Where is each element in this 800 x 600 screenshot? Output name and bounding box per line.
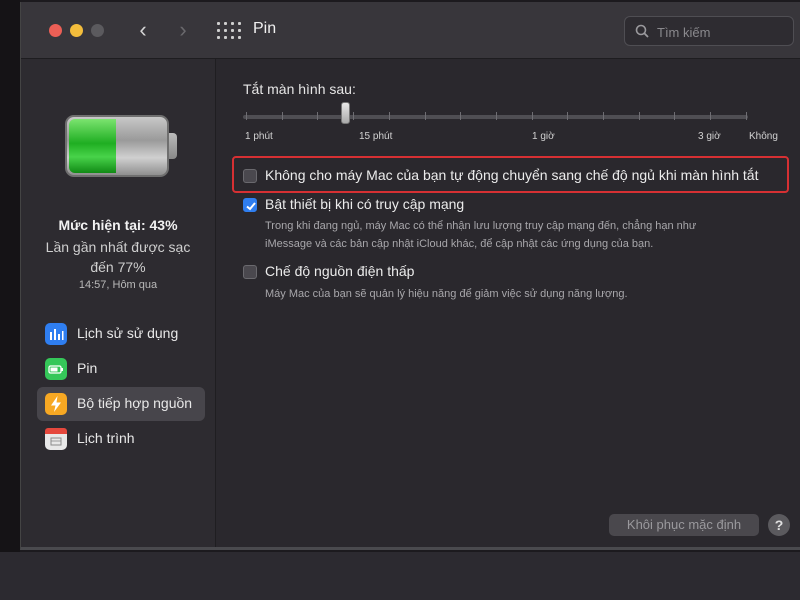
- titlebar: ‹ › Pin: [21, 2, 800, 59]
- battery-large-icon: [65, 115, 177, 177]
- slider-tick: [745, 112, 747, 120]
- search-field[interactable]: [624, 16, 794, 46]
- slider-tick-label: Không: [749, 131, 778, 142]
- last-charged-time: 14:57, Hôm qua: [78, 279, 158, 291]
- slider-tick: [353, 112, 355, 120]
- checkmark-icon: [246, 202, 256, 211]
- display-sleep-title: Tắt màn hình sau:: [243, 81, 356, 97]
- background-bottom: [0, 552, 800, 600]
- sidebar-item-usage-history[interactable]: Lịch sử sử dụng: [37, 317, 205, 351]
- sidebar-nav: Lịch sử sử dụng Pin Bộ tiếp hợp nguồn Lị…: [37, 317, 205, 457]
- slider-tick: [281, 112, 283, 120]
- calendar-icon: [45, 428, 67, 450]
- slider-tick-label: 1 giờ: [532, 131, 555, 142]
- wake-network-checkbox[interactable]: [243, 198, 257, 212]
- zoom-window-button[interactable]: [91, 24, 104, 37]
- slider-tick: [460, 112, 462, 120]
- back-arrow-icon[interactable]: ‹: [133, 18, 153, 42]
- low-power-desc: Máy Mac của bạn sẽ quản lý hiệu năng để …: [265, 288, 628, 300]
- slider-tick-label: 1 phút: [245, 131, 273, 142]
- window-title: Pin: [253, 20, 277, 37]
- lightning-icon: [45, 393, 67, 415]
- sidebar-item-label: Lịch trình: [77, 430, 135, 446]
- sidebar-item-label: Lịch sử sử dụng: [77, 325, 179, 341]
- low-power-checkbox[interactable]: [243, 265, 257, 279]
- last-charged-line2: đến 77%: [90, 259, 146, 275]
- show-all-grid-icon[interactable]: [217, 22, 241, 40]
- slider-tick-label: 15 phút: [359, 131, 393, 142]
- low-power-label: Chế độ nguồn điện thấp: [265, 263, 415, 279]
- battery-level-text: Mức hiện tại: 43%: [58, 217, 178, 233]
- forward-arrow-icon[interactable]: ›: [173, 18, 193, 42]
- background-left: [0, 0, 20, 552]
- slider-tick: [603, 112, 604, 120]
- sidebar: Mức hiện tại: 43% Lần gần nhất được sạc …: [21, 59, 216, 547]
- slider-tick: [424, 112, 426, 120]
- slider-tick: [638, 112, 640, 120]
- last-charged-line1: Lần gần nhất được sạc: [45, 239, 191, 255]
- content-pane: Tắt màn hình sau: 1 phút 15 phút 1 giờ 3…: [216, 59, 800, 547]
- last-charged-text: Lần gần nhất được sạc đến 77%: [21, 237, 215, 277]
- wake-network-desc-line2: iMessage và các bản cập nhật iCloud khác…: [265, 238, 654, 250]
- restore-defaults-button[interactable]: Khôi phục mặc định: [609, 514, 759, 536]
- battery-level-fill: [69, 119, 116, 173]
- preferences-window: ‹ › Pin Mức hiện tại: 43% Lần gần nhất đ…: [20, 2, 800, 550]
- sidebar-item-power-adapter[interactable]: Bộ tiếp hợp nguồn: [37, 387, 205, 421]
- slider-tick: [388, 112, 390, 120]
- minimize-window-button[interactable]: [70, 24, 83, 37]
- slider-tick: [246, 112, 247, 120]
- sidebar-item-schedule[interactable]: Lịch trình: [37, 422, 205, 456]
- sidebar-item-battery[interactable]: Pin: [37, 352, 205, 386]
- bar-chart-icon: [45, 323, 67, 345]
- help-button[interactable]: ?: [768, 514, 790, 536]
- prevent-sleep-label: Không cho máy Mac của bạn tự động chuyển…: [265, 167, 759, 183]
- slider-tick: [531, 112, 533, 120]
- wake-network-desc-line1: Trong khi đang ngủ, máy Mac có thể nhận …: [265, 220, 697, 232]
- close-window-button[interactable]: [49, 24, 62, 37]
- wake-network-label: Bật thiết bị khi có truy cập mạng: [265, 196, 465, 212]
- search-icon: [635, 24, 649, 38]
- sidebar-item-label: Pin: [77, 360, 98, 376]
- slider-tick-label: 3 giờ: [698, 131, 721, 142]
- battery-icon: [45, 358, 67, 380]
- display-sleep-slider-knob[interactable]: [341, 102, 350, 124]
- slider-tick: [674, 112, 676, 120]
- prevent-sleep-checkbox[interactable]: [243, 169, 257, 183]
- slider-tick: [317, 112, 319, 120]
- slider-tick: [567, 112, 569, 120]
- slider-tick: [710, 112, 712, 120]
- search-input[interactable]: [655, 21, 789, 43]
- sidebar-item-label: Bộ tiếp hợp nguồn: [77, 395, 193, 411]
- slider-tick: [495, 112, 497, 120]
